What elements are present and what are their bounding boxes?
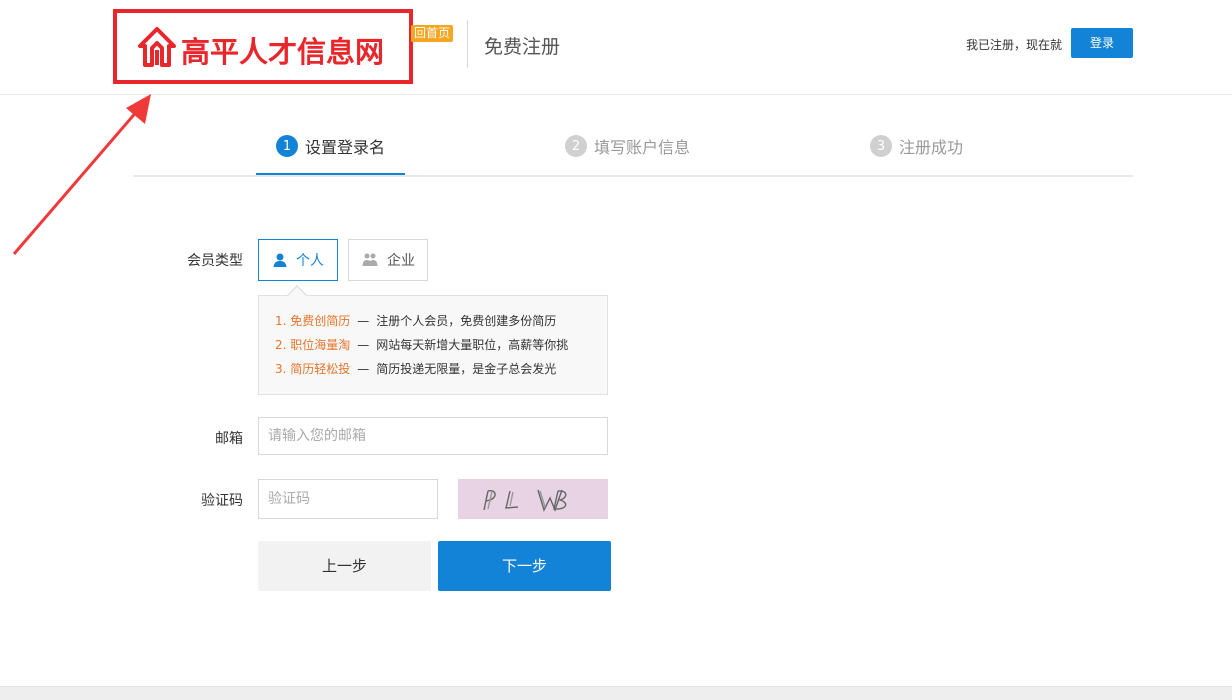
page-header: 高平人才信息网 回首页 免费注册 我已注册，现在就 登录 bbox=[0, 0, 1232, 95]
captcha-image[interactable] bbox=[458, 479, 608, 519]
company-icon bbox=[361, 252, 379, 268]
benefit-title: 3. 简历轻松投 bbox=[275, 362, 351, 376]
login-button[interactable]: 登录 bbox=[1071, 28, 1133, 58]
member-type-personal-label: 个人 bbox=[296, 253, 324, 269]
footer-bar bbox=[0, 686, 1232, 700]
benefit-item: 3. 简历轻松投 — 简历投递无限量，是金子总会发光 bbox=[275, 360, 556, 377]
registration-steps: 1 设置登录名 2 填写账户信息 3 注册成功 bbox=[133, 123, 1133, 177]
captcha-label: 验证码 bbox=[201, 493, 243, 509]
benefit-item: 1. 免费创简历 — 注册个人会员，免费创建多份简历 bbox=[275, 312, 556, 329]
step-number: 3 bbox=[870, 135, 892, 157]
step-1: 1 设置登录名 bbox=[276, 133, 385, 159]
step-label: 填写账户信息 bbox=[594, 138, 691, 157]
step-number: 1 bbox=[276, 135, 298, 157]
benefit-dash: — bbox=[357, 362, 370, 376]
member-benefits-box: 1. 免费创简历 — 注册个人会员，免费创建多份简历 2. 职位海量淘 — 网站每天新增… bbox=[258, 295, 608, 395]
login-hint-text: 我已注册，现在就 bbox=[966, 38, 1063, 52]
benefit-title: 2. 职位海量淘 bbox=[275, 338, 351, 352]
next-step-button[interactable]: 下一步 bbox=[438, 541, 611, 591]
member-type-label: 会员类型 bbox=[187, 253, 243, 269]
captcha-input[interactable] bbox=[258, 479, 438, 519]
captcha-graphic bbox=[483, 489, 567, 512]
logo-text: 高平人才信息网 bbox=[181, 35, 385, 69]
member-type-company-button[interactable]: 企业 bbox=[348, 239, 428, 281]
benefit-desc: 网站每天新增大量职位，高薪等你挑 bbox=[376, 338, 569, 352]
prev-step-button[interactable]: 上一步 bbox=[258, 541, 431, 591]
member-type-company-label: 企业 bbox=[387, 253, 415, 269]
step-label: 注册成功 bbox=[899, 138, 964, 157]
step-number: 2 bbox=[565, 135, 587, 157]
active-step-underline bbox=[256, 173, 405, 175]
home-link-badge[interactable]: 回首页 bbox=[411, 25, 454, 42]
member-type-personal-button[interactable]: 个人 bbox=[258, 239, 338, 281]
step-3: 3 注册成功 bbox=[870, 133, 963, 159]
benefit-title: 1. 免费创简历 bbox=[275, 314, 351, 328]
step-2: 2 填写账户信息 bbox=[565, 133, 690, 159]
benefit-dash: — bbox=[357, 338, 370, 352]
logo-house-icon bbox=[138, 27, 176, 67]
step-label: 设置登录名 bbox=[305, 138, 386, 157]
benefit-desc: 注册个人会员，免费创建多份简历 bbox=[376, 314, 557, 328]
email-label: 邮箱 bbox=[215, 431, 243, 447]
site-logo[interactable]: 高平人才信息网 bbox=[113, 9, 413, 84]
page-title: 免费注册 bbox=[484, 36, 561, 58]
benefit-desc: 简历投递无限量，是金子总会发光 bbox=[376, 362, 557, 376]
benefit-dash: — bbox=[357, 314, 370, 328]
person-icon bbox=[272, 252, 288, 268]
info-box-caret-inner bbox=[288, 287, 306, 296]
header-divider bbox=[467, 20, 468, 68]
benefit-item: 2. 职位海量淘 — 网站每天新增大量职位，高薪等你挑 bbox=[275, 336, 568, 353]
email-field[interactable] bbox=[258, 417, 608, 455]
